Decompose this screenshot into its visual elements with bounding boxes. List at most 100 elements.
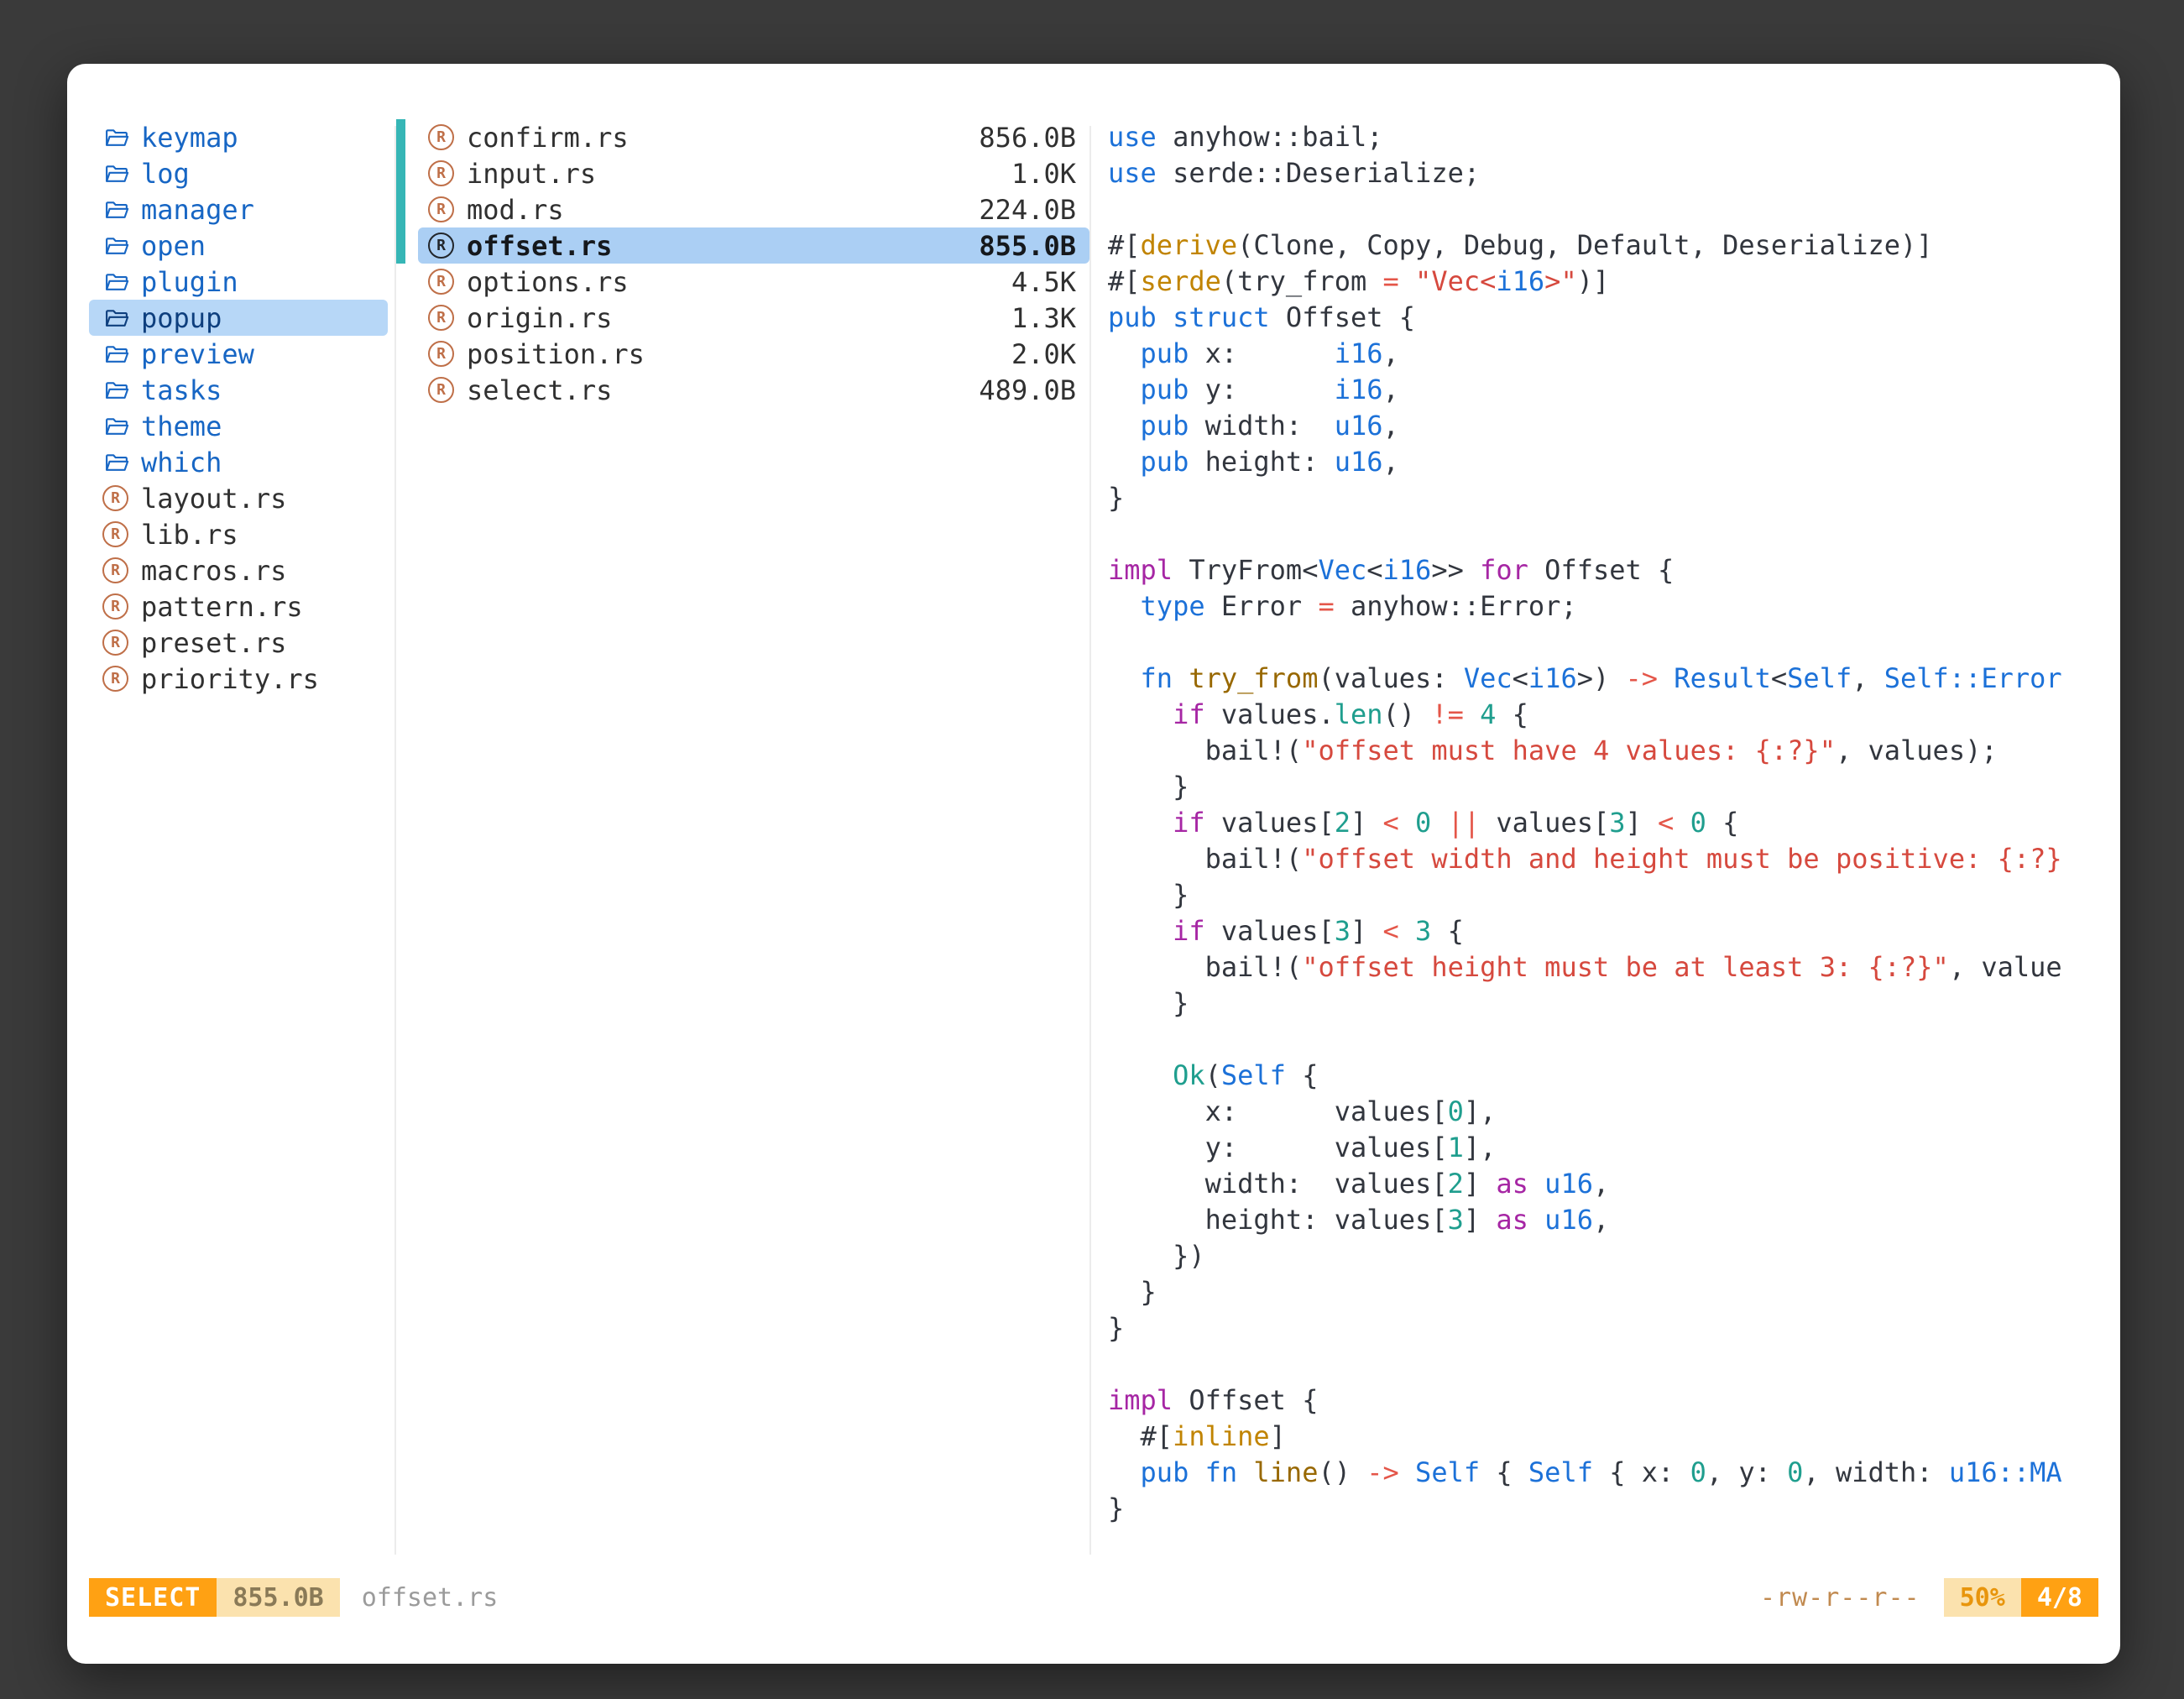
folder-icon	[102, 340, 131, 369]
folder-icon	[102, 196, 131, 224]
sidebar-item-layout-rs[interactable]: R layout.rs	[89, 480, 388, 516]
code-line: pub x: i16,	[1108, 336, 2082, 372]
sidebar-item-log[interactable]: log	[89, 155, 388, 191]
scroll-percent-badge: 50%	[1944, 1578, 2021, 1617]
code-line: pub height: u16,	[1108, 444, 2082, 480]
file-row-input-rs[interactable]: Rinput.rs 1.0K	[418, 155, 1089, 191]
cursor-position-badge: 4/8	[2021, 1578, 2098, 1617]
file-row-origin-rs[interactable]: Rorigin.rs 1.3K	[418, 300, 1089, 336]
file-size: 1.0K	[1011, 158, 1076, 190]
file-row-options-rs[interactable]: Roptions.rs 4.5K	[418, 264, 1089, 300]
file-manager-content: keymap log manager open plugin popup	[67, 119, 2120, 1555]
sidebar-item-theme[interactable]: theme	[89, 408, 388, 444]
sidebar-item-label: keymap	[141, 122, 238, 154]
code-line: if values.len() != 4 {	[1108, 697, 2082, 733]
rust-icon: R	[428, 196, 454, 222]
permissions-text: -rw-r--r--	[1760, 1583, 1920, 1613]
code-line: }	[1108, 769, 2082, 805]
code-line: }	[1108, 1491, 2082, 1527]
folder-icon	[102, 412, 131, 441]
parent-pane: keymap log manager open plugin popup	[89, 119, 388, 697]
sidebar-item-open[interactable]: open	[89, 227, 388, 264]
code-line: #[inline]	[1108, 1419, 2082, 1455]
sidebar-item-manager[interactable]: manager	[89, 191, 388, 227]
file-size: 489.0B	[979, 374, 1076, 406]
sidebar-item-label: which	[141, 447, 222, 478]
code-line: use serde::Deserialize;	[1108, 155, 2082, 191]
folder-icon	[102, 268, 131, 296]
sidebar-item-plugin[interactable]: plugin	[89, 264, 388, 300]
sidebar-item-label: macros.rs	[141, 555, 286, 587]
status-right: -rw-r--r-- 50% 4/8	[1760, 1578, 2098, 1617]
sidebar-item-keymap[interactable]: keymap	[89, 119, 388, 155]
rust-icon: R	[428, 305, 454, 331]
sidebar-item-preset-rs[interactable]: R preset.rs	[89, 625, 388, 661]
file-row-mod-rs[interactable]: Rmod.rs 224.0B	[418, 191, 1089, 227]
file-name: origin.rs	[467, 302, 612, 334]
mode-badge: SELECT	[89, 1578, 217, 1617]
sidebar-item-label: plugin	[141, 266, 238, 298]
file-size-badge: 855.0B	[217, 1578, 339, 1617]
file-row-offset-rs[interactable]: Roffset.rs 855.0B	[418, 227, 1089, 264]
sidebar-item-label: tasks	[141, 374, 222, 406]
rust-icon: R	[428, 124, 454, 150]
file-name: input.rs	[467, 158, 596, 190]
code-line: use anyhow::bail;	[1108, 119, 2082, 155]
rust-icon: R	[428, 341, 454, 367]
rust-icon: R	[428, 269, 454, 295]
sidebar-item-label: pattern.rs	[141, 591, 303, 623]
code-line: width: values[2] as u16,	[1108, 1166, 2082, 1202]
file-size: 1.3K	[1011, 302, 1076, 334]
code-line	[1108, 191, 2082, 227]
file-row-confirm-rs[interactable]: Rconfirm.rs 856.0B	[418, 119, 1089, 155]
sidebar-item-which[interactable]: which	[89, 444, 388, 480]
rust-icon: R	[102, 666, 128, 692]
folder-icon	[102, 376, 131, 405]
sidebar-item-label: preset.rs	[141, 627, 286, 659]
sidebar-item-pattern-rs[interactable]: R pattern.rs	[89, 588, 388, 625]
code-line: bail!("offset height must be at least 3:…	[1108, 949, 2082, 985]
rust-icon: R	[102, 593, 128, 619]
sidebar-item-macros-rs[interactable]: R macros.rs	[89, 552, 388, 588]
code-line: x: values[0],	[1108, 1094, 2082, 1130]
code-line: impl Offset {	[1108, 1383, 2082, 1419]
file-row-select-rs[interactable]: Rselect.rs 489.0B	[418, 372, 1089, 408]
sidebar-item-priority-rs[interactable]: R priority.rs	[89, 661, 388, 697]
file-size: 224.0B	[979, 194, 1076, 226]
code-line: #[derive(Clone, Copy, Debug, Default, De…	[1108, 227, 2082, 264]
status-bar: SELECT 855.0B offset.rs -rw-r--r-- 50% 4…	[89, 1578, 2098, 1617]
rust-icon: R	[102, 630, 128, 656]
rust-icon: R	[102, 521, 128, 547]
code-line: y: values[1],	[1108, 1130, 2082, 1166]
folder-icon	[102, 304, 131, 332]
sidebar-item-label: manager	[141, 194, 254, 226]
terminal-window: keymap log manager open plugin popup	[67, 64, 2120, 1664]
code-line: bail!("offset width and height must be p…	[1108, 841, 2082, 877]
sidebar-item-label: preview	[141, 338, 254, 370]
file-size: 855.0B	[979, 230, 1076, 262]
code-line: #[serde(try_from = "Vec<i16>")]	[1108, 264, 2082, 300]
code-pane: use anyhow::bail;use serde::Deserialize;…	[1108, 119, 2082, 1527]
folder-icon	[102, 123, 131, 152]
sidebar-item-popup[interactable]: popup	[89, 300, 388, 336]
code-line: pub struct Offset {	[1108, 300, 2082, 336]
rust-icon: R	[428, 377, 454, 403]
sidebar-item-label: priority.rs	[141, 663, 319, 695]
file-row-position-rs[interactable]: Rposition.rs 2.0K	[418, 336, 1089, 372]
sidebar-item-label: lib.rs	[141, 519, 238, 551]
code-line: Ok(Self {	[1108, 1058, 2082, 1094]
sidebar-item-lib-rs[interactable]: R lib.rs	[89, 516, 388, 552]
rust-icon: R	[102, 485, 128, 511]
code-line: })	[1108, 1238, 2082, 1274]
code-line: bail!("offset must have 4 values: {:?}",…	[1108, 733, 2082, 769]
code-line: impl TryFrom<Vec<i16>> for Offset {	[1108, 552, 2082, 588]
code-line: }	[1108, 1310, 2082, 1346]
code-line: }	[1108, 1274, 2082, 1310]
scrollbar-thumb[interactable]	[396, 119, 405, 264]
sidebar-item-tasks[interactable]: tasks	[89, 372, 388, 408]
code-line: if values[3] < 3 {	[1108, 913, 2082, 949]
code-line: pub fn line() -> Self { Self { x: 0, y: …	[1108, 1455, 2082, 1491]
sidebar-item-preview[interactable]: preview	[89, 336, 388, 372]
file-size: 856.0B	[979, 122, 1076, 154]
rust-icon: R	[428, 233, 454, 259]
